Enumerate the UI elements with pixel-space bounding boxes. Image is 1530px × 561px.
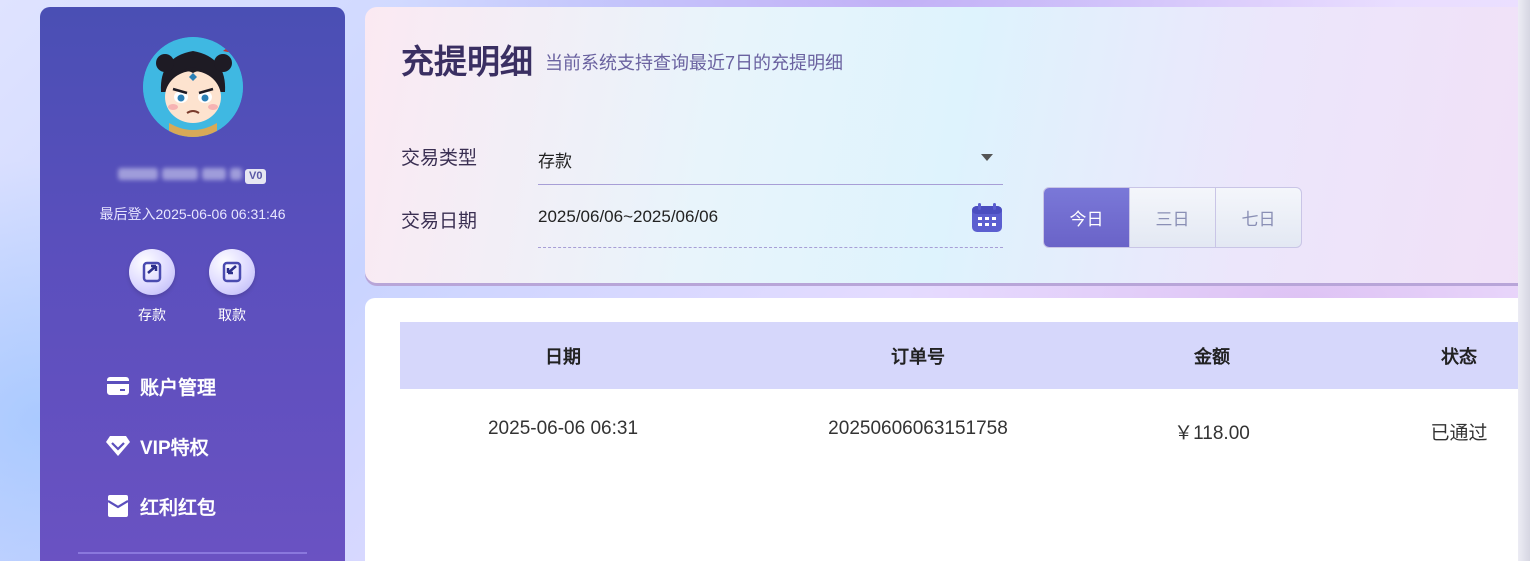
range-three-days-button[interactable]: 三日: [1130, 188, 1216, 247]
caret-down-icon: [981, 154, 993, 161]
diamond-icon: [106, 434, 130, 458]
page-subtitle: 当前系统支持查询最近7日的充提明细: [545, 53, 844, 73]
withdraw-button[interactable]: 取款: [202, 249, 262, 325]
page-title: 充提明细: [401, 43, 533, 80]
sidebar: V0 最后登入2025-06-06 06:31:46 存款 取款 账户管理 VI…: [40, 7, 345, 561]
transaction-type-select[interactable]: 存款: [538, 135, 1003, 185]
filter-panel: 充提明细 当前系统支持查询最近7日的充提明细 交易类型 存款 交易日期 2025…: [365, 7, 1530, 283]
transaction-type-value: 存款: [538, 152, 572, 171]
calendar-icon[interactable]: [971, 202, 1003, 234]
avatar[interactable]: [143, 37, 243, 137]
column-header-amount: 金额: [1194, 346, 1230, 367]
envelope-icon: [106, 494, 130, 518]
menu-item-account[interactable]: 账户管理: [106, 371, 216, 401]
scrollbar[interactable]: [1518, 0, 1530, 561]
menu-item-label: 红利红包: [140, 497, 217, 519]
date-range-value: 2025/06/06~2025/06/06: [538, 207, 719, 226]
range-seven-days-button[interactable]: 七日: [1216, 188, 1301, 247]
table-header: 日期 订单号 金额 状态: [400, 322, 1530, 389]
avatar-image: [143, 37, 243, 137]
transaction-type-label: 交易类型: [401, 148, 478, 169]
sidebar-divider: [78, 552, 307, 554]
menu-item-label: VIP特权: [140, 437, 209, 459]
menu-item-label: 账户管理: [140, 377, 217, 399]
username-blur: [202, 168, 226, 180]
transaction-date-label: 交易日期: [401, 211, 478, 232]
card-icon: [106, 374, 130, 398]
menu-item-vip[interactable]: VIP特权: [106, 431, 209, 461]
cell-amount: ￥118.00: [1174, 423, 1250, 444]
menu-item-bonus[interactable]: 红利红包: [106, 491, 216, 521]
withdraw-label: 取款: [218, 307, 246, 323]
date-range-toggle: 今日 三日 七日: [1043, 187, 1302, 248]
date-range-input[interactable]: 2025/06/06~2025/06/06: [538, 197, 1003, 248]
username: V0: [118, 162, 268, 184]
records-table: 日期 订单号 金额 状态 2025-06-06 06:31 2025060606…: [365, 298, 1530, 561]
withdraw-icon: [209, 249, 255, 295]
range-today-button[interactable]: 今日: [1044, 188, 1130, 247]
deposit-icon: [129, 249, 175, 295]
username-blur: [162, 168, 198, 180]
deposit-button[interactable]: 存款: [122, 249, 182, 325]
username-blur: [118, 168, 158, 180]
last-login-time: 最后登入2025-06-06 06:31:46: [99, 206, 286, 222]
cell-status: 已通过: [1430, 423, 1488, 444]
column-header-order-no: 订单号: [891, 346, 945, 367]
deposit-label: 存款: [138, 307, 166, 323]
vip-level-badge: V0: [245, 169, 267, 184]
column-header-status: 状态: [1441, 346, 1477, 367]
username-blur: [230, 168, 242, 180]
table-row[interactable]: 2025-06-06 06:31 20250606063151758 ￥118.…: [400, 390, 1530, 470]
cell-order-no: 20250606063151758: [828, 418, 1008, 439]
column-header-date: 日期: [545, 346, 581, 367]
cell-date: 2025-06-06 06:31: [487, 418, 639, 439]
